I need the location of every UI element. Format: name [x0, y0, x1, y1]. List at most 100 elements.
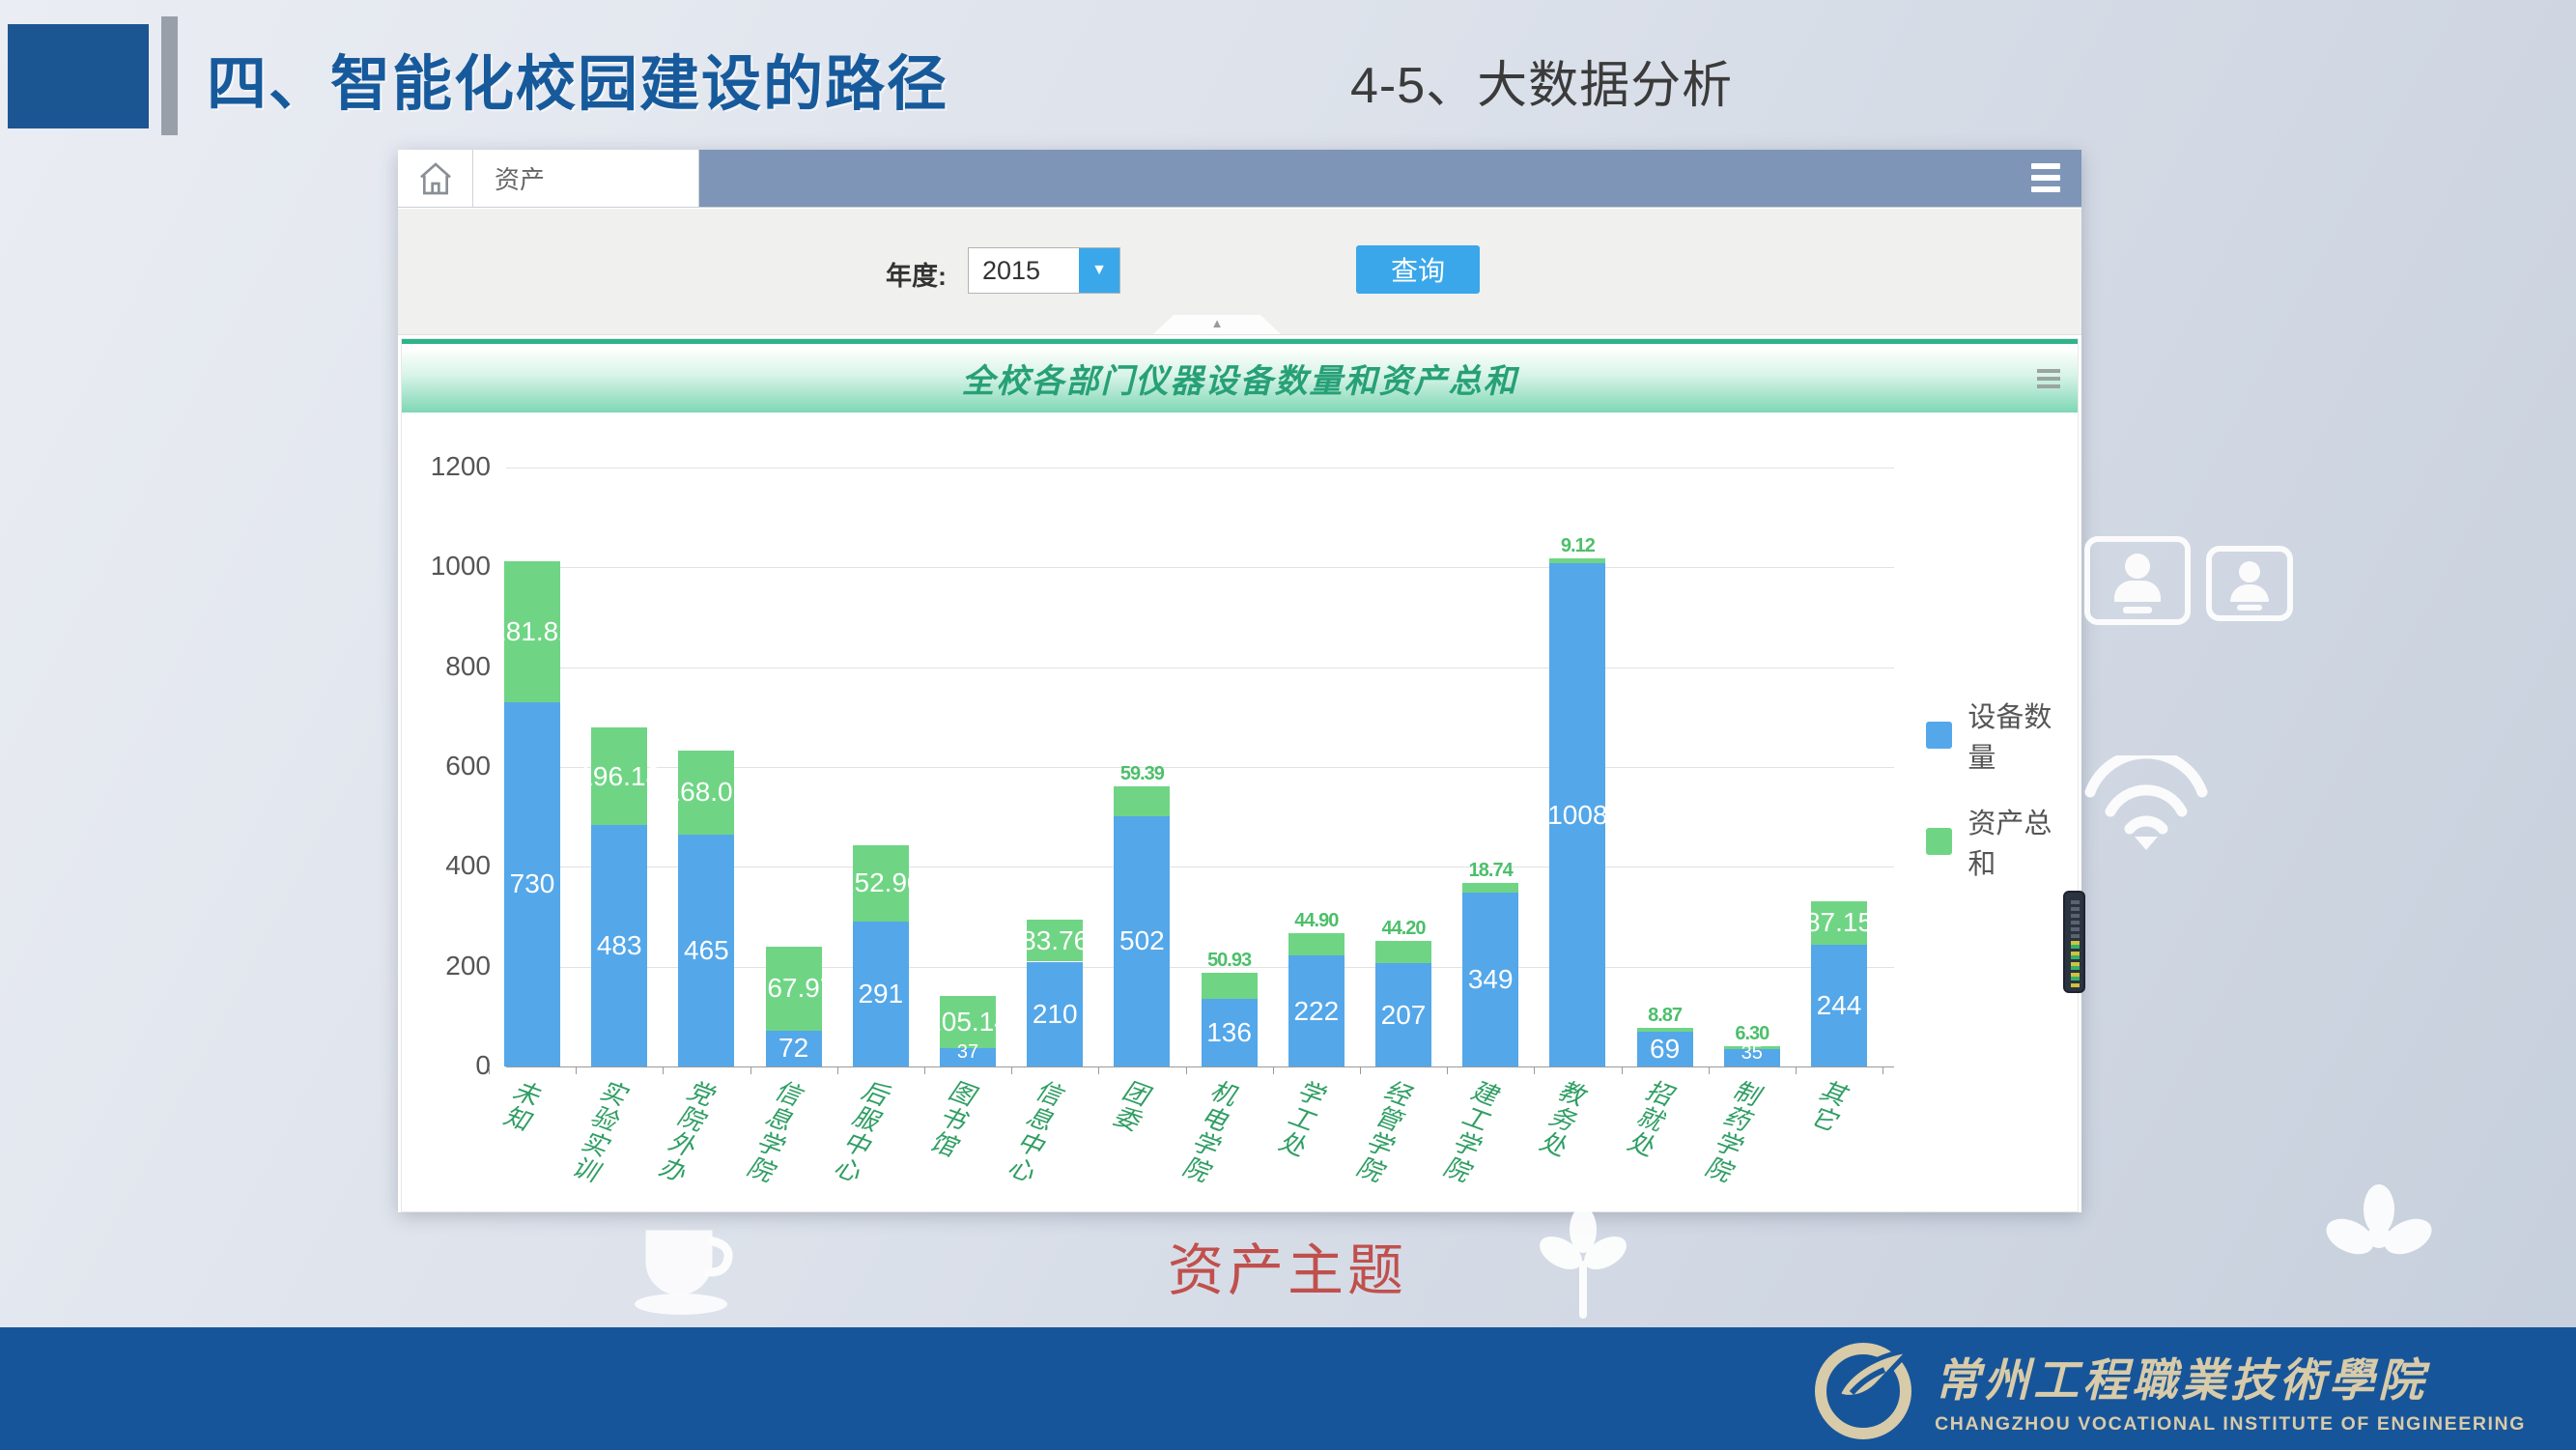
x-axis-tick [576, 1066, 577, 1074]
legend-label: 资产总和 [1967, 801, 2078, 882]
slide-caption: 资产主题 [1168, 1225, 1407, 1306]
x-axis-tick [1796, 1066, 1797, 1074]
footer-bar: 常州工程職業技術學院 CHANGZHOU VOCATIONAL INSTITUT… [0, 1327, 2576, 1450]
asset-app-window: 资产 年度: 2015 ▼ 查询 ▲ 全校各部门仪器设备数量和资产总和 0 200… [398, 150, 2081, 1212]
bar-value-label-assets: 9.12 [1519, 535, 1635, 557]
x-axis-tick [1098, 1066, 1099, 1074]
bar-value-label-equipment: 730 [474, 868, 590, 899]
chart-title: 全校各部门仪器设备数量和资产总和 [962, 355, 1518, 402]
flower-watermark-icon [1538, 1203, 1629, 1323]
x-axis-category-label: 其它 [1806, 1076, 1849, 1136]
bar-value-label-assets: 44.20 [1345, 918, 1461, 940]
x-axis-tick [1622, 1066, 1623, 1074]
bar-value-label-assets: 6.30 [1694, 1023, 1810, 1045]
x-axis-tick [1709, 1066, 1710, 1074]
bar-value-label-assets: 168.06 [648, 777, 764, 808]
x-axis-tick [750, 1066, 751, 1074]
collapse-panel-handle[interactable]: ▲ [1153, 315, 1281, 334]
x-axis-category-label: 招就处 [1623, 1076, 1674, 1161]
legend-swatch [1926, 722, 1952, 749]
coffee-cup-watermark-icon [626, 1206, 751, 1322]
home-button[interactable] [398, 150, 473, 207]
y-axis-tick-label: 0 [402, 1050, 491, 1081]
bar-value-label-assets: 59.39 [1084, 763, 1200, 785]
stacked-bar-assets-segment [1637, 1028, 1693, 1033]
y-axis-tick-label: 200 [402, 951, 491, 981]
app-header-bar [699, 150, 2081, 207]
y-axis-tick-label: 600 [402, 751, 491, 782]
title-decoration-square [8, 24, 149, 128]
y-axis-tick-label: 800 [402, 651, 491, 682]
slide-background: 四、智能化校园建设的路径 4-5、大数据分析 资产 年度: 2015 ▼ 查询 [0, 0, 2576, 1450]
school-logo-icon [1809, 1335, 1917, 1443]
bar-value-label-assets: 281.82 [474, 616, 590, 647]
legend-item[interactable]: 设备数量 [1926, 695, 2078, 776]
gridline [506, 468, 1894, 469]
chart-card: 全校各部门仪器设备数量和资产总和 02004006008001000120073… [401, 338, 2079, 1212]
x-axis-category-label: 学工处 [1274, 1076, 1325, 1161]
bar-value-label-equipment: 1008 [1519, 800, 1635, 831]
legend-item[interactable]: 资产总和 [1926, 801, 2078, 882]
bar-value-label-assets: 18.74 [1432, 860, 1548, 882]
tab-assets[interactable]: 资产 [473, 150, 699, 207]
chevron-up-icon: ▲ [1211, 316, 1224, 330]
stacked-bar-assets-segment [1375, 941, 1431, 963]
plot-area: 020040060080010001200730281.82未知483196.1… [402, 441, 2080, 1213]
x-axis-tick [837, 1066, 838, 1074]
x-axis-tick [663, 1066, 664, 1074]
bar-value-label-equipment: 244 [1781, 990, 1897, 1021]
bar-value-label-equipment: 35 [1694, 1042, 1810, 1065]
x-axis-category-label: 图书馆 [925, 1076, 977, 1161]
chevron-down-icon[interactable]: ▼ [1079, 248, 1119, 293]
bar-value-label-assets: 87.15 [1781, 907, 1897, 938]
bar-value-label-equipment: 349 [1432, 964, 1548, 995]
school-name-cn: 常州工程職業技術學院 [1935, 1343, 2526, 1409]
tablet-user-watermark-icon [2084, 536, 2191, 625]
tab-assets-label: 资产 [495, 160, 545, 196]
flower-watermark-icon [2316, 1180, 2442, 1292]
title-accent-bar [161, 16, 178, 135]
x-axis-tick [1273, 1066, 1274, 1074]
stacked-bar-assets-segment [1114, 786, 1170, 816]
x-axis-tick [1186, 1066, 1187, 1074]
stacked-bar-assets-segment [1462, 883, 1518, 893]
x-axis-tick [1534, 1066, 1535, 1074]
school-logo: 常州工程職業技術學院 CHANGZHOU VOCATIONAL INSTITUT… [1809, 1335, 2526, 1443]
tablet-user-watermark-icon [2206, 546, 2293, 621]
x-axis-category-label: 实验实训 [568, 1076, 629, 1186]
y-axis-tick-label: 1000 [402, 551, 491, 582]
x-axis-tick [1011, 1066, 1012, 1074]
bar-value-label-equipment: 291 [823, 979, 939, 1009]
legend-swatch [1926, 828, 1952, 855]
chart-legend: 设备数量资产总和 [1926, 695, 2078, 907]
filter-panel: 年度: 2015 ▼ 查询 ▲ [398, 209, 2081, 335]
x-axis-tick [489, 1066, 490, 1074]
x-axis-category-label: 建工学院 [1439, 1076, 1500, 1186]
hamburger-menu-icon[interactable] [2031, 163, 2060, 198]
x-axis-tick [1447, 1066, 1448, 1074]
year-select-value: 2015 [969, 248, 1079, 293]
x-axis-category-label: 机电学院 [1177, 1076, 1238, 1186]
year-select[interactable]: 2015 ▼ [968, 247, 1120, 294]
x-axis-category-label: 后服中心 [829, 1076, 890, 1186]
school-name-en: CHANGZHOU VOCATIONAL INSTITUTE OF ENGINE… [1935, 1413, 2526, 1436]
stacked-bar-assets-segment [1549, 558, 1605, 563]
x-axis-category-label: 制药学院 [1700, 1076, 1761, 1186]
x-axis-category-label: 未知 [499, 1076, 542, 1136]
query-button[interactable]: 查询 [1356, 245, 1480, 294]
bar-value-label-equipment: 465 [648, 935, 764, 966]
stacked-bar-assets-segment [1288, 933, 1345, 955]
x-axis-category-label: 信息中心 [1004, 1076, 1064, 1186]
app-header: 资产 [398, 150, 2081, 208]
x-axis-tick [1882, 1066, 1883, 1074]
chart-menu-icon[interactable] [2037, 369, 2060, 392]
chart-title-bar: 全校各部门仪器设备数量和资产总和 [402, 339, 2078, 412]
x-axis-category-label: 信息学院 [742, 1076, 803, 1186]
x-axis-category-label: 党院外办 [655, 1076, 716, 1186]
bar-value-label-assets: 50.93 [1172, 950, 1288, 972]
bar-value-label-equipment: 207 [1345, 1000, 1461, 1031]
gridline [506, 567, 1894, 568]
x-axis-tick [1360, 1066, 1361, 1074]
home-icon [416, 159, 455, 198]
gridline [506, 1066, 1894, 1067]
